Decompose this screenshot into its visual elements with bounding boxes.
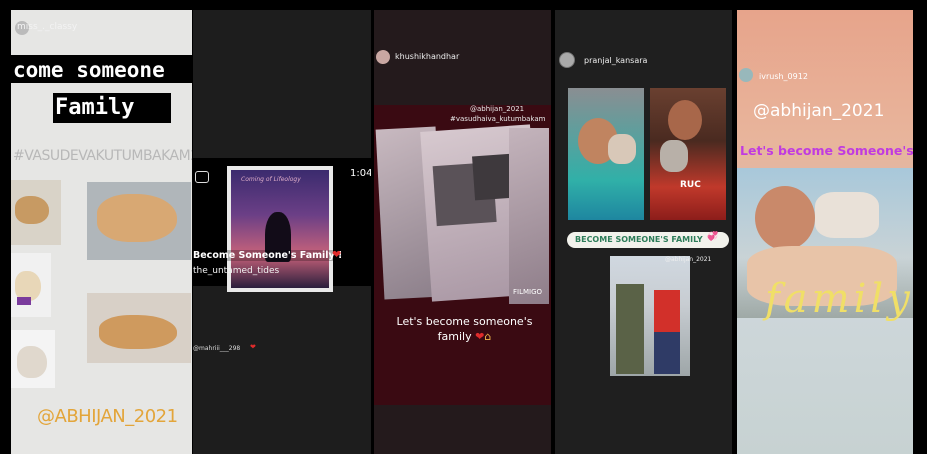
cat-photo [11,180,61,245]
avatar[interactable] [739,68,753,82]
hashtag: #VASUDEVAKUTUMBAKAM20 [13,148,192,164]
handle-text: @ABHIJAN_2021 [37,406,178,427]
cat-photo [87,293,191,363]
username[interactable]: khushikhandhar [395,52,459,61]
username[interactable]: miss_._classy [17,22,77,32]
mention-text[interactable]: @abhijan_2021 [470,105,524,113]
tshirt-text: RUC [680,180,701,190]
story-panel-5[interactable]: ivrush_0912 @abhijan_2021 Let's become S… [737,10,913,454]
credit-text: the_untamed_tides [193,266,280,276]
selfie-photo: RUC [650,88,726,220]
time-label: 1:04 [350,168,371,179]
story-panel-1[interactable]: miss_._classy come someone Family #VASUD… [11,10,192,454]
story-panel-2[interactable]: 1:04 Coming of Lifeology Become Someone'… [193,10,371,454]
watermark: FILMIGO [513,288,543,296]
caption-box: Let's become someone's family ❤⌂ [392,314,537,344]
caption-text: Let's become Someone's [740,143,913,158]
username[interactable]: ivrush_0912 [759,72,808,81]
mention-text[interactable]: @abhijan_2021 [665,256,711,263]
banner-text: come someone [13,58,165,82]
avatar[interactable] [559,52,575,68]
caption-text: Let's become someone's family [396,315,533,343]
collage-photo [509,128,549,304]
selfie-photo [568,88,644,220]
story-panel-3[interactable]: khushikhandhar @abhijan_2021 #vasudhaiva… [374,10,551,454]
username[interactable]: pranjal_kansara [584,56,647,65]
mention-text[interactable]: @abhijan_2021 [753,101,884,121]
cat-photo [11,253,51,317]
banner-text: BECOME SOMEONE'S FAMILY [575,235,703,244]
poster-title: Coming of Lifeology [241,176,301,183]
cat-photo [11,330,55,388]
caption-text: Become Someone's Family ! [193,250,343,261]
friends-photo [610,256,690,376]
hearts-icon: 💞 [707,232,719,242]
house-icon: ⌂ [484,330,492,343]
heart-icon: ❤ [250,343,256,351]
avatar[interactable] [376,50,390,64]
family-text: Family [55,95,135,120]
cat-photo [87,182,191,260]
heart-icon: ❤ [475,330,485,343]
story-panel-4[interactable]: pranjal_kansara RUC BECOME SOMEONE'S FAM… [555,10,732,454]
script-text: family [765,276,913,322]
tag-text[interactable]: @mahriii___298 [193,345,240,352]
hashtag-text[interactable]: #vasudhaiva_kutumbakam [450,115,545,123]
heart-icon: ❤ [332,248,342,261]
reel-icon[interactable] [195,171,209,183]
